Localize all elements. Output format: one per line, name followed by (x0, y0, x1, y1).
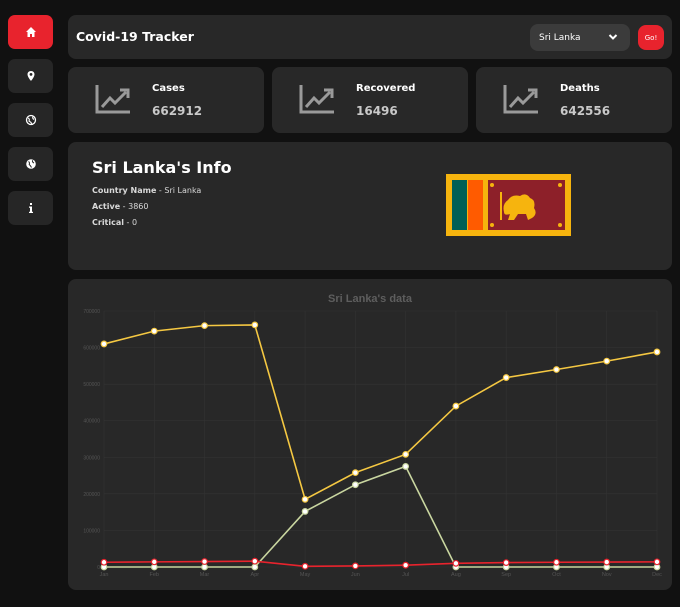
map-pin-icon (27, 71, 34, 81)
info-critical-value: 0 (132, 218, 138, 227)
data-point (502, 374, 510, 381)
sidebar (8, 15, 53, 235)
x-tick-label: Nov (602, 572, 612, 578)
trend-chart-icon (503, 85, 538, 114)
data-point (100, 340, 108, 348)
stat-card-cases: Cases 662912 (68, 67, 264, 133)
y-tick-label: 0 (97, 565, 100, 571)
nav-world-button[interactable] (8, 103, 53, 137)
info-critical-label: Critical (92, 218, 125, 227)
data-point (452, 402, 460, 410)
x-tick-label: Dec (652, 572, 662, 578)
x-tick-label: Sep (501, 572, 511, 578)
x-tick-label: Apr (251, 572, 260, 578)
nav-home-button[interactable] (8, 15, 53, 49)
data-point (402, 463, 410, 470)
info-active-label: Active (92, 202, 121, 211)
info-country-label: Country Name (92, 186, 157, 195)
data-point (402, 561, 410, 569)
info-active: Active - 3860 (92, 202, 149, 211)
stat-value: 16496 (356, 104, 398, 118)
app-title: Covid-19 Tracker (76, 29, 194, 44)
x-tick-label: Jan (100, 572, 109, 578)
x-tick-label: May (300, 572, 311, 578)
chart-card: Sri Lanka's data 0 100000 200000 300000 4000… (68, 279, 672, 590)
stat-label: Recovered (356, 83, 416, 94)
x-tick-label: Jul (402, 572, 409, 578)
data-point (201, 322, 208, 330)
data-point (402, 450, 410, 458)
series-line (103, 560, 658, 568)
country-select-value: Sri Lanka (539, 32, 581, 43)
y-tick-label: 100000 (83, 528, 100, 534)
data-point (150, 327, 158, 335)
y-tick-label: 300000 (83, 455, 100, 461)
x-tick-label: Jun (351, 572, 360, 578)
data-point (301, 562, 309, 570)
data-point (603, 357, 611, 365)
data-point (251, 563, 259, 571)
data-point (653, 558, 661, 566)
series-line (103, 324, 658, 501)
y-tick-label: 400000 (83, 419, 100, 425)
data-point (251, 321, 259, 329)
y-tick-label: 600000 (83, 346, 100, 352)
stat-label: Deaths (560, 83, 600, 94)
nav-globe-button[interactable] (8, 147, 53, 181)
data-point (150, 558, 158, 566)
chart-title: Sri Lanka's data (328, 293, 413, 305)
y-tick-label: 500000 (83, 382, 100, 388)
info-icon (28, 203, 33, 213)
data-point (301, 508, 309, 515)
globe-outline-icon (25, 114, 36, 126)
line-chart: Sri Lanka's data 0 100000 200000 300000 4000… (83, 293, 662, 578)
data-point (603, 558, 611, 566)
series-line (104, 465, 657, 568)
go-button[interactable]: Go! (638, 25, 664, 50)
info-critical: Critical - 0 (92, 218, 138, 227)
country-select[interactable]: Sri Lanka (530, 24, 630, 51)
data-point (553, 366, 560, 373)
x-tick-label: Feb (150, 572, 159, 578)
trend-chart-icon (299, 85, 334, 114)
info-country-value: Sri Lanka (164, 186, 202, 195)
home-icon (25, 27, 36, 37)
stat-label: Cases (152, 83, 185, 94)
country-info-card: Sri Lanka's Info Country Name - Sri Lank… (68, 142, 672, 270)
data-point (251, 557, 259, 565)
chevron-down-icon (608, 34, 618, 40)
data-point (301, 495, 309, 503)
data-point (653, 348, 661, 356)
y-tick-label: 700000 (83, 309, 100, 315)
nav-location-button[interactable] (8, 59, 53, 93)
x-tick-label: Mar (200, 572, 210, 578)
data-point (351, 562, 359, 570)
info-title: Sri Lanka's Info (92, 158, 232, 177)
data-point (452, 559, 460, 567)
stat-value: 642556 (560, 104, 611, 118)
country-flag (446, 174, 571, 236)
data-point (553, 558, 560, 566)
stat-value: 662912 (152, 104, 203, 118)
globe-icon (25, 159, 36, 169)
stat-card-deaths: Deaths 642556 (476, 67, 672, 133)
data-point (201, 563, 208, 571)
x-tick-label: Oct (552, 572, 561, 578)
info-country-name: Country Name - Sri Lanka (92, 186, 202, 195)
stat-card-recovered: Recovered 16496 (272, 67, 468, 133)
data-point (100, 558, 108, 566)
info-active-value: 3860 (128, 202, 149, 211)
data-point (502, 559, 510, 567)
nav-info-button[interactable] (8, 191, 53, 225)
top-bar: Covid-19 Tracker Sri Lanka Go! (68, 15, 672, 59)
data-point (201, 558, 208, 565)
y-tick-label: 200000 (83, 492, 100, 498)
x-tick-label: Aug (451, 572, 461, 578)
data-point (351, 469, 359, 477)
data-point (351, 481, 359, 489)
trend-chart-icon (95, 85, 130, 114)
